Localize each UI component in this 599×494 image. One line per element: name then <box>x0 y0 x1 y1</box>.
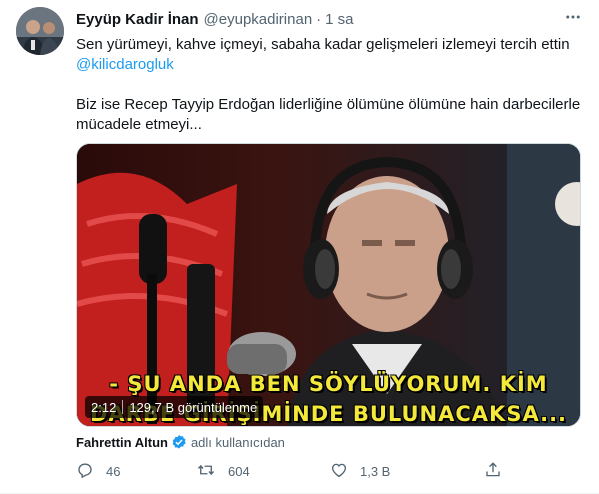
verified-badge-icon <box>171 434 187 450</box>
video-subtitle-line: - ŞU ANDA BEN SÖYLÜYORUM. KİM <box>109 372 548 396</box>
video-duration: 2:12 <box>91 399 117 415</box>
tweet-text-line: Sen yürümeyi, kahve içmeyi, sabaha kadar… <box>76 36 570 53</box>
retweet-count: 604 <box>228 463 250 479</box>
video-attribution: Fahrettin Altun adlı kullanıcıdan <box>76 432 285 452</box>
display-name[interactable]: Eyyüp Kadir İnan <box>76 11 199 28</box>
divider <box>122 400 124 414</box>
attribution-name[interactable]: Fahrettin Altun <box>76 435 168 450</box>
avatar[interactable] <box>16 7 64 55</box>
retweet-icon <box>196 461 216 482</box>
reply-count: 46 <box>106 463 121 479</box>
tweet-text-line: Biz ise Recep Tayyip Erdoğan liderliğine… <box>76 96 581 113</box>
more-button[interactable] <box>562 9 584 29</box>
view-count: 129,7 B görüntülenme <box>129 399 258 415</box>
attribution-suffix: adlı kullanıcıdan <box>190 434 285 450</box>
user-handle[interactable]: @eyupkadirinan <box>204 11 313 28</box>
share-button[interactable] <box>484 459 502 483</box>
like-button[interactable]: 1,3 B <box>330 459 390 483</box>
mention-link[interactable]: @kilicdarogluk <box>76 56 174 73</box>
more-icon <box>564 8 582 31</box>
tweet-actions: 46 604 1,3 B <box>76 459 536 483</box>
tweet-header: Eyyüp Kadir İnan @eyupkadirinan · 1 sa <box>76 9 354 29</box>
separator: · <box>316 10 322 28</box>
share-icon <box>484 461 502 482</box>
retweet-button[interactable]: 604 <box>196 459 250 483</box>
tweet-text: Sen yürümeyi, kahve içmeyi, sabaha kadar… <box>76 35 586 135</box>
video-player[interactable]: - ŞU ANDA BEN SÖYLÜYORUM. KİM DARBE GİRİ… <box>76 143 581 427</box>
video-info-badge: 2:12 129,7 B görüntülenme <box>85 396 264 418</box>
timestamp[interactable]: 1 sa <box>325 11 353 28</box>
tweet[interactable]: Eyyüp Kadir İnan @eyupkadirinan · 1 sa S… <box>0 0 599 494</box>
like-count: 1,3 B <box>360 463 391 479</box>
reply-icon <box>76 461 94 482</box>
tweet-text-line: mücadele etmeyi... <box>76 116 202 133</box>
like-icon <box>330 461 348 482</box>
reply-button[interactable]: 46 <box>76 459 120 483</box>
